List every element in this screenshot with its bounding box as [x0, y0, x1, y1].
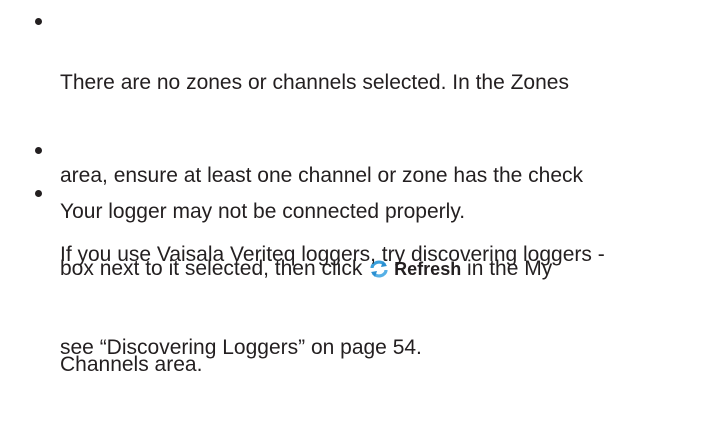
bullet — [35, 147, 42, 154]
text-line: If you use Vaisala Veriteq loggers, try … — [60, 243, 605, 266]
list-item-text: If you use Vaisala Veriteq loggers, try … — [60, 177, 715, 425]
bullet — [35, 18, 42, 25]
bullet — [35, 190, 42, 197]
text-line: There are no zones or channels selected.… — [60, 71, 569, 94]
text-line: see “Discovering Loggers” on page 54. — [60, 336, 422, 359]
